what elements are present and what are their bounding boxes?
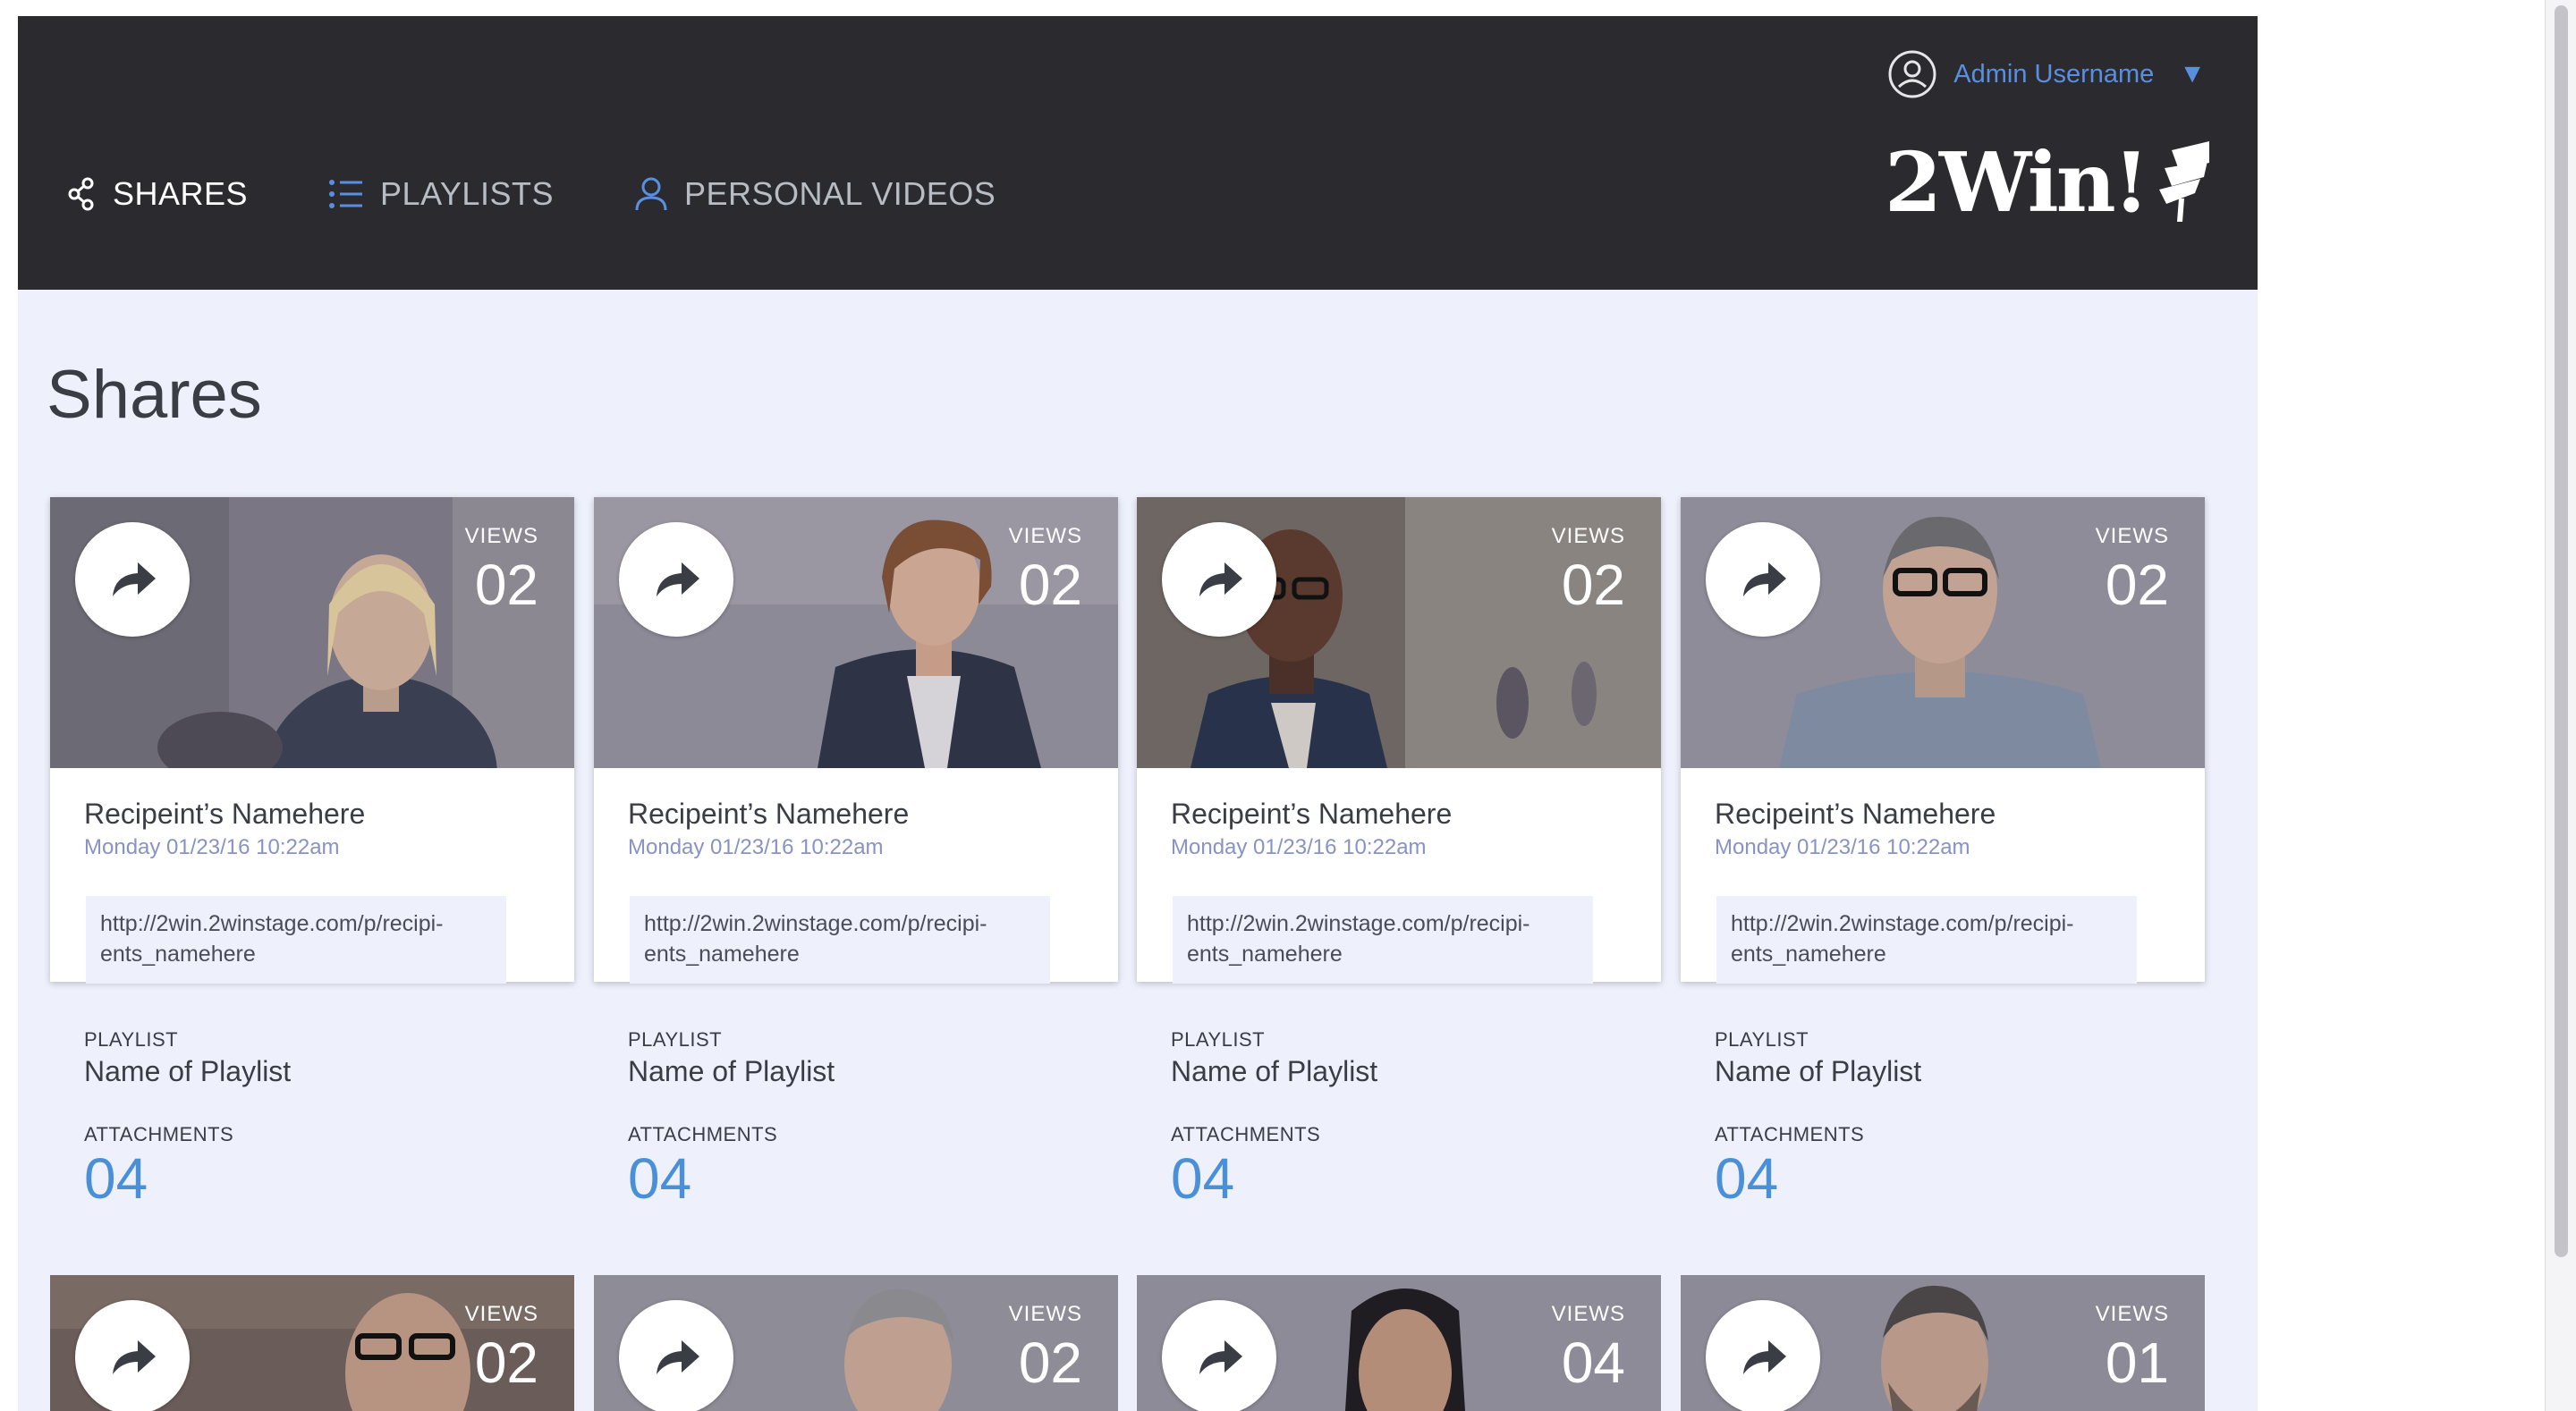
brand-logo[interactable]: 2Win! <box>1885 141 2213 224</box>
share-arrow-icon <box>657 1340 699 1374</box>
share-button[interactable] <box>75 522 190 637</box>
share-arrow-icon <box>1743 562 1786 596</box>
views-count: 02 <box>1018 1331 1082 1395</box>
card-thumbnail[interactable]: VIEWS 02 <box>594 1275 1118 1411</box>
playlist-name: Name of Playlist <box>628 1055 835 1087</box>
share-arrow-icon <box>657 562 699 596</box>
app-page: Admin Username ▼ SHARES PLAYLISTS PERSON… <box>18 16 2258 1411</box>
user-circle-icon <box>1887 49 1937 99</box>
views-label: VIEWS <box>1551 524 1625 548</box>
share-url-field[interactable]: http://2win.2winstage.com/p/recipi-ents_… <box>1173 896 1593 984</box>
share-date: Monday 01/23/16 10:22am <box>1171 835 1427 859</box>
views-label: VIEWS <box>464 1302 538 1326</box>
views-count: 02 <box>1018 553 1082 617</box>
person-icon <box>634 176 684 212</box>
logo-text: 2Win! <box>1885 134 2149 231</box>
views-count: 02 <box>2105 553 2169 617</box>
share-button[interactable] <box>619 1300 733 1411</box>
recipient-name[interactable]: Recipeint’s Namehere <box>1715 798 1996 831</box>
share-button[interactable] <box>619 522 733 637</box>
recipient-name[interactable]: Recipeint’s Namehere <box>628 798 909 831</box>
attachments-label: ATTACHMENTS <box>628 1123 778 1145</box>
card-thumbnail[interactable]: VIEWS 02 <box>1681 497 2205 768</box>
share-arrow-icon <box>1199 1340 1242 1374</box>
playlist-label: PLAYLIST <box>1715 1028 1809 1051</box>
page-title: Shares <box>47 357 262 433</box>
share-card: VIEWS 02 <box>50 1275 574 1411</box>
playlist-label: PLAYLIST <box>84 1028 179 1051</box>
share-url-field[interactable]: http://2win.2winstage.com/p/recipi-ents_… <box>86 896 506 984</box>
nav-item-playlists[interactable]: PLAYLISTS <box>328 175 554 213</box>
views-label: VIEWS <box>2095 524 2169 548</box>
attachments-label: ATTACHMENTS <box>1715 1123 1865 1145</box>
views-count: 02 <box>474 1331 538 1395</box>
share-button[interactable] <box>75 1300 190 1411</box>
card-thumbnail[interactable]: VIEWS 04 <box>1137 1275 1661 1411</box>
user-menu[interactable]: Admin Username ▼ <box>1887 34 2206 114</box>
nav-item-shares[interactable]: SHARES <box>66 175 248 213</box>
share-card: VIEWS 02 Recipeint’s Namehere Monday 01/… <box>1137 497 1661 1207</box>
views-label: VIEWS <box>1008 1302 1082 1326</box>
share-date: Monday 01/23/16 10:22am <box>628 835 884 859</box>
views-count: 02 <box>474 553 538 617</box>
attachments-count[interactable]: 04 <box>1715 1150 1778 1207</box>
main-nav: SHARES PLAYLISTS PERSONAL VIDEOS <box>66 175 1076 213</box>
nav-label-personal-videos: PERSONAL VIDEOS <box>683 175 996 212</box>
recipient-name[interactable]: Recipeint’s Namehere <box>84 798 365 831</box>
share-arrow-icon <box>1743 1340 1786 1374</box>
share-card: VIEWS 02 <box>594 1275 1118 1411</box>
views-count: 04 <box>1561 1331 1625 1395</box>
share-icon <box>66 176 113 212</box>
user-name: Admin Username <box>1953 59 2155 89</box>
views-label: VIEWS <box>2095 1302 2169 1326</box>
attachments-label: ATTACHMENTS <box>1171 1123 1321 1145</box>
card-thumbnail[interactable]: VIEWS 02 <box>50 497 574 768</box>
nav-label-shares: SHARES <box>113 175 249 212</box>
playlist-name: Name of Playlist <box>1715 1055 1922 1087</box>
share-card: VIEWS 02 Recipeint’s Namehere Monday 01/… <box>50 497 574 1207</box>
card-thumbnail[interactable]: VIEWS 02 <box>1137 497 1661 768</box>
recipient-name[interactable]: Recipeint’s Namehere <box>1171 798 1452 831</box>
share-date: Monday 01/23/16 10:22am <box>84 835 340 859</box>
share-card: VIEWS 02 Recipeint’s Namehere Monday 01/… <box>1681 497 2205 1207</box>
playlist-name: Name of Playlist <box>1171 1055 1378 1087</box>
share-card: VIEWS 02 Recipeint’s Namehere Monday 01/… <box>594 497 1118 1207</box>
vertical-scrollbar[interactable] <box>2545 0 2576 1411</box>
playlist-label: PLAYLIST <box>628 1028 723 1051</box>
views-count: 01 <box>2105 1331 2169 1395</box>
views-label: VIEWS <box>464 524 538 548</box>
top-header-bar: Admin Username ▼ SHARES PLAYLISTS PERSON… <box>18 16 2258 290</box>
nav-label-playlists: PLAYLISTS <box>380 175 554 212</box>
card-thumbnail[interactable]: VIEWS 01 <box>1681 1275 2205 1411</box>
share-button[interactable] <box>1162 1300 1276 1411</box>
flag-swoosh-icon <box>2159 141 2209 222</box>
share-button[interactable] <box>1706 522 1820 637</box>
card-thumbnail[interactable]: VIEWS 02 <box>594 497 1118 768</box>
views-label: VIEWS <box>1551 1302 1625 1326</box>
card-thumbnail[interactable]: VIEWS 02 <box>50 1275 574 1411</box>
share-arrow-icon <box>1199 562 1242 596</box>
share-arrow-icon <box>113 1340 156 1374</box>
share-url-field[interactable]: http://2win.2winstage.com/p/recipi-ents_… <box>1716 896 2137 984</box>
attachments-count[interactable]: 04 <box>1171 1150 1234 1207</box>
share-card: VIEWS 04 <box>1137 1275 1661 1411</box>
playlist-label: PLAYLIST <box>1171 1028 1266 1051</box>
attachments-label: ATTACHMENTS <box>84 1123 234 1145</box>
share-button[interactable] <box>1162 522 1276 637</box>
triangle-down-icon: ▼ <box>2179 59 2206 89</box>
scrollbar-thumb[interactable] <box>2555 5 2568 1257</box>
share-card: VIEWS 01 <box>1681 1275 2205 1411</box>
views-label: VIEWS <box>1008 524 1082 548</box>
share-arrow-icon <box>113 562 156 596</box>
share-button[interactable] <box>1706 1300 1820 1411</box>
attachments-count[interactable]: 04 <box>628 1150 691 1207</box>
share-url-field[interactable]: http://2win.2winstage.com/p/recipi-ents_… <box>630 896 1050 984</box>
playlist-name: Name of Playlist <box>84 1055 292 1087</box>
nav-item-personal-videos[interactable]: PERSONAL VIDEOS <box>634 175 996 213</box>
share-date: Monday 01/23/16 10:22am <box>1715 835 1970 859</box>
attachments-count[interactable]: 04 <box>84 1150 148 1207</box>
views-count: 02 <box>1561 553 1625 617</box>
list-icon <box>328 178 380 210</box>
